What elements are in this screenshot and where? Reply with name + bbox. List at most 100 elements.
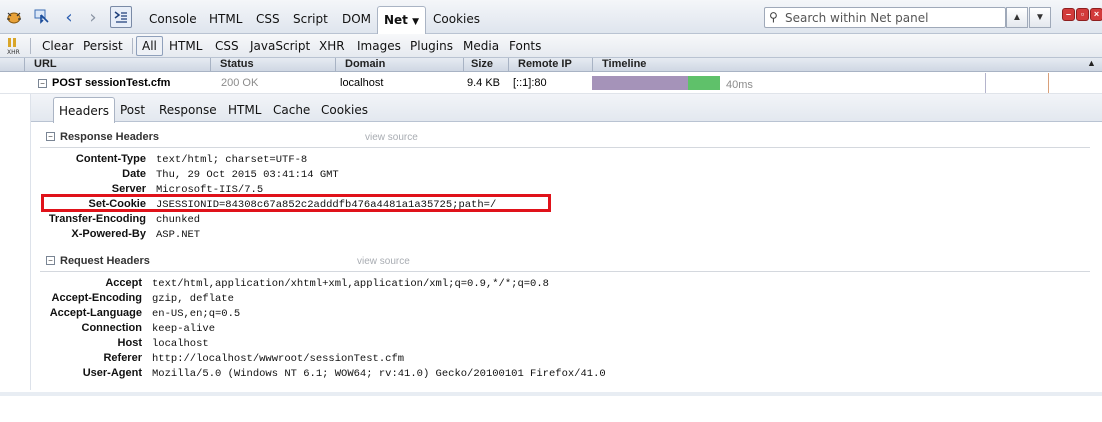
firebug-bug-icon[interactable] bbox=[3, 6, 25, 28]
search-next-button[interactable]: ▼ bbox=[1029, 7, 1051, 28]
close-button[interactable]: × bbox=[1090, 8, 1102, 21]
header-name: Connection bbox=[81, 322, 143, 334]
request-headers-title: Request Headers bbox=[60, 255, 150, 267]
column-domain[interactable]: Domain bbox=[345, 58, 385, 70]
divider bbox=[335, 58, 336, 72]
filter-javascript[interactable]: JavaScript bbox=[250, 39, 310, 53]
request-time: 40ms bbox=[726, 79, 753, 91]
tab-html[interactable]: HTML bbox=[209, 12, 242, 26]
chevron-down-icon: ▼ bbox=[1035, 12, 1045, 23]
header-value: gzip, deflate bbox=[152, 293, 234, 305]
request-view-source-link[interactable]: view source bbox=[357, 256, 410, 267]
filter-css[interactable]: CSS bbox=[215, 39, 239, 53]
divider bbox=[40, 271, 1090, 272]
timeline-receiving-bar bbox=[688, 76, 720, 90]
header-value: chunked bbox=[156, 214, 201, 226]
header-name: Accept-Encoding bbox=[51, 292, 142, 304]
header-value: keep-alive bbox=[152, 323, 216, 335]
header-name: X-Powered-By bbox=[71, 228, 146, 240]
detail-tab-cookies[interactable]: Cookies bbox=[321, 103, 368, 117]
detail-tab-response[interactable]: Response bbox=[159, 103, 217, 117]
detail-tab-cache[interactable]: Cache bbox=[273, 103, 310, 117]
response-headers-toggle-icon[interactable]: − bbox=[46, 132, 55, 141]
column-status[interactable]: Status bbox=[220, 58, 254, 70]
filter-media[interactable]: Media bbox=[463, 39, 499, 53]
search-prev-button[interactable]: ▲ bbox=[1006, 7, 1028, 28]
minimize-button[interactable]: – bbox=[1062, 8, 1075, 21]
chevron-down-icon: ▼ bbox=[412, 17, 420, 27]
header-name: Transfer-Encoding bbox=[48, 213, 146, 225]
divider bbox=[24, 58, 25, 72]
header-name: Accept-Language bbox=[49, 307, 142, 319]
header-name: Content-Type bbox=[75, 153, 146, 165]
header-name: Accept bbox=[105, 277, 142, 289]
firebug-main-toolbar: ‹ › Console HTML CSS Script DOM Net ▼ Co… bbox=[0, 0, 1102, 34]
tab-net-label: Net bbox=[384, 13, 408, 27]
column-timeline[interactable]: Timeline bbox=[602, 58, 646, 70]
header-name: Referer bbox=[103, 352, 142, 364]
tab-console[interactable]: Console bbox=[149, 12, 197, 26]
divider bbox=[30, 38, 31, 54]
set-cookie-highlight-box bbox=[41, 194, 551, 212]
column-remote-ip[interactable]: Remote IP bbox=[518, 58, 572, 70]
request-row[interactable]: − POST sessionTest.cfm 200 OK localhost … bbox=[0, 73, 1102, 94]
header-value: ASP.NET bbox=[156, 229, 201, 241]
panel-bottom-edge bbox=[0, 392, 1102, 396]
net-column-header: URL Status Domain Size Remote IP Timelin… bbox=[0, 58, 1102, 72]
net-search-input[interactable]: ⚲ Search within Net panel bbox=[764, 7, 1006, 28]
column-size[interactable]: Size bbox=[471, 58, 493, 70]
tab-dom[interactable]: DOM bbox=[342, 12, 371, 26]
search-placeholder: Search within Net panel bbox=[785, 11, 929, 25]
clear-button[interactable]: Clear bbox=[42, 39, 73, 53]
back-arrow-icon[interactable]: ‹ bbox=[58, 6, 80, 28]
detail-tab-headers[interactable]: Headers bbox=[53, 97, 115, 123]
detail-tabs: Headers Post Response HTML Cache Cookies bbox=[31, 94, 1102, 123]
request-status: 200 OK bbox=[221, 77, 259, 89]
request-size: 9.4 KB bbox=[467, 77, 501, 89]
filter-all[interactable]: All bbox=[136, 36, 163, 56]
search-icon: ⚲ bbox=[769, 10, 778, 24]
header-value: text/html,application/xhtml+xml,applicat… bbox=[152, 278, 549, 290]
filter-html[interactable]: HTML bbox=[169, 39, 202, 53]
inspect-element-icon[interactable] bbox=[31, 6, 53, 28]
request-domain: localhost bbox=[340, 77, 384, 89]
tab-net[interactable]: Net ▼ bbox=[377, 6, 427, 34]
detach-button[interactable]: ▫ bbox=[1076, 8, 1089, 21]
divider bbox=[592, 58, 593, 72]
filter-plugins[interactable]: Plugins bbox=[410, 39, 453, 53]
divider bbox=[40, 147, 1090, 148]
collapse-icon[interactable]: − bbox=[38, 79, 47, 88]
header-value: Thu, 29 Oct 2015 03:41:14 GMT bbox=[156, 169, 339, 181]
filter-images[interactable]: Images bbox=[357, 39, 401, 53]
tab-script[interactable]: Script bbox=[293, 12, 328, 26]
forward-arrow-icon[interactable]: › bbox=[82, 6, 104, 28]
chevron-up-icon: ▲ bbox=[1012, 12, 1022, 23]
request-headers-toggle-icon[interactable]: − bbox=[46, 256, 55, 265]
filter-xhr[interactable]: XHR bbox=[319, 39, 345, 53]
divider bbox=[508, 58, 509, 72]
divider bbox=[463, 58, 464, 72]
persist-button[interactable]: Persist bbox=[83, 39, 123, 53]
tab-css[interactable]: CSS bbox=[256, 12, 280, 26]
request-url: POST sessionTest.cfm bbox=[52, 77, 171, 89]
timeline-marker bbox=[1048, 73, 1049, 93]
xhr-breakpoint-icon[interactable]: XHR bbox=[3, 35, 25, 57]
column-options-icon[interactable]: ▲ bbox=[1087, 58, 1096, 68]
divider bbox=[210, 58, 211, 72]
svg-text:XHR: XHR bbox=[7, 49, 20, 55]
column-url[interactable]: URL bbox=[34, 58, 57, 70]
detail-tab-post[interactable]: Post bbox=[120, 103, 145, 117]
header-name: User-Agent bbox=[82, 367, 142, 379]
tab-cookies[interactable]: Cookies bbox=[433, 12, 480, 26]
header-value: http://localhost/wwwroot/sessionTest.cfm bbox=[152, 353, 405, 365]
header-value: en-US,en;q=0.5 bbox=[152, 308, 241, 320]
response-view-source-link[interactable]: view source bbox=[365, 132, 418, 143]
timeline-waiting-bar bbox=[592, 76, 688, 90]
header-value: localhost bbox=[152, 338, 209, 350]
header-name: Host bbox=[117, 337, 142, 349]
response-headers-title: Response Headers bbox=[60, 131, 160, 143]
net-filter-toolbar: XHR Clear Persist All HTML CSS JavaScrip… bbox=[0, 34, 1102, 58]
command-line-icon[interactable] bbox=[110, 6, 132, 28]
detail-tab-html[interactable]: HTML bbox=[228, 103, 261, 117]
filter-fonts[interactable]: Fonts bbox=[509, 39, 541, 53]
